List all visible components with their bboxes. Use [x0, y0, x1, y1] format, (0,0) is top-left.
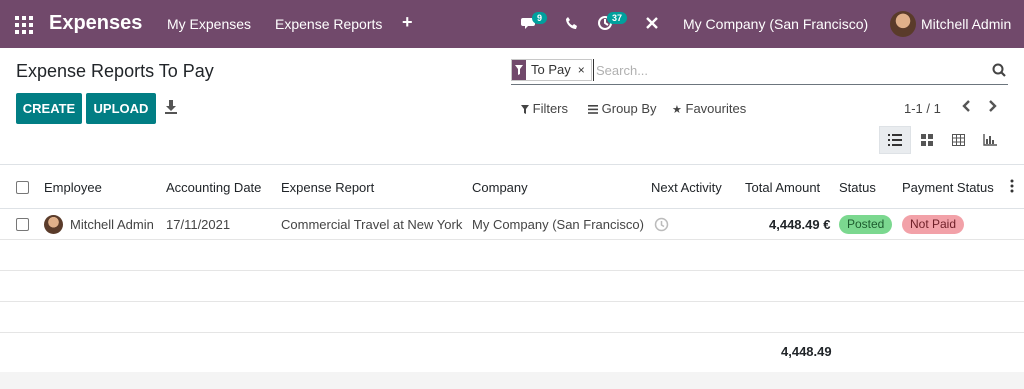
pager-next-icon[interactable] [987, 99, 999, 113]
menu-my-expenses[interactable]: My Expenses [167, 16, 251, 32]
cell-expense-report: Commercial Travel at New York [281, 217, 463, 232]
search-input[interactable] [593, 59, 973, 81]
download-icon[interactable] [164, 99, 178, 115]
user-avatar[interactable] [890, 11, 916, 37]
cell-accounting-date: 17/11/2021 [166, 217, 231, 232]
search-icon[interactable] [992, 63, 1006, 77]
column-total-amount[interactable]: Total Amount [745, 180, 820, 195]
column-company[interactable]: Company [472, 180, 528, 195]
search-facet[interactable]: To Pay × [511, 59, 592, 81]
filter-icon [521, 105, 529, 114]
cell-employee: Mitchell Admin [70, 217, 154, 232]
cell-total-amount: 4,448.49 € [769, 217, 831, 232]
table-row[interactable]: Mitchell Admin 17/11/2021 Commercial Tra… [0, 209, 1024, 240]
empty-row [0, 302, 1024, 333]
column-next-activity[interactable]: Next Activity [651, 180, 722, 195]
status-badge: Posted [839, 215, 893, 234]
messages-badge: 9 [532, 12, 548, 24]
facet-remove-icon[interactable]: × [576, 60, 591, 80]
group-by-label: Group By [601, 101, 657, 116]
activity-clock-icon[interactable] [654, 217, 669, 232]
pivot-view-icon[interactable] [942, 126, 974, 154]
search-bar: To Pay × [511, 57, 1008, 85]
star-icon: ★ [672, 104, 682, 116]
debug-tools-icon[interactable] [645, 16, 659, 34]
create-button[interactable]: CREATE [16, 93, 82, 124]
kanban-view-icon[interactable] [911, 126, 943, 154]
favourites-button[interactable]: ★ Favourites [672, 101, 746, 116]
graph-view-icon[interactable] [974, 126, 1006, 154]
plus-menu-icon[interactable]: + [402, 12, 413, 33]
page-title: Expense Reports To Pay [16, 61, 214, 81]
top-navbar: Expenses My Expenses Expense Reports + 9… [0, 0, 1024, 48]
facet-label: To Pay [531, 62, 571, 77]
column-payment-status[interactable]: Payment Status [902, 180, 994, 195]
column-expense-report[interactable]: Expense Report [281, 180, 374, 195]
column-status[interactable]: Status [839, 180, 876, 195]
menu-expense-reports[interactable]: Expense Reports [275, 16, 382, 32]
company-switcher[interactable]: My Company (San Francisco) [683, 16, 868, 32]
user-menu[interactable]: Mitchell Admin [921, 16, 1011, 32]
upload-button[interactable]: UPLOAD [86, 93, 156, 124]
pager-value[interactable]: 1-1 / 1 [904, 101, 941, 116]
empty-row [0, 271, 1024, 302]
group-by-icon [588, 105, 598, 114]
optional-columns-icon[interactable] [1010, 179, 1014, 196]
employee-avatar [44, 215, 63, 234]
column-employee[interactable]: Employee [44, 180, 102, 195]
list-view-icon[interactable] [879, 126, 911, 154]
list-footer [0, 372, 1024, 389]
app-name[interactable]: Expenses [49, 12, 142, 35]
pager-previous-icon[interactable] [960, 99, 972, 113]
group-by-button[interactable]: Group By [588, 101, 657, 116]
select-all-checkbox[interactable] [16, 181, 29, 194]
apps-menu-icon[interactable] [15, 16, 33, 34]
cell-company: My Company (San Francisco) [472, 217, 644, 232]
filters-label: Filters [532, 101, 569, 116]
favourites-label: Favourites [685, 101, 747, 116]
footer-total-amount: 4,448.49 [781, 344, 832, 359]
filters-button[interactable]: Filters [521, 101, 568, 116]
filter-facet-icon [512, 60, 526, 80]
table-header: Employee Accounting Date Expense Report … [0, 164, 1024, 209]
payment-status-badge: Not Paid [902, 215, 965, 234]
column-accounting-date[interactable]: Accounting Date [166, 180, 261, 195]
activities-badge: 37 [607, 12, 628, 24]
row-checkbox[interactable] [16, 218, 29, 231]
empty-row [0, 240, 1024, 271]
phone-icon[interactable] [565, 16, 579, 34]
